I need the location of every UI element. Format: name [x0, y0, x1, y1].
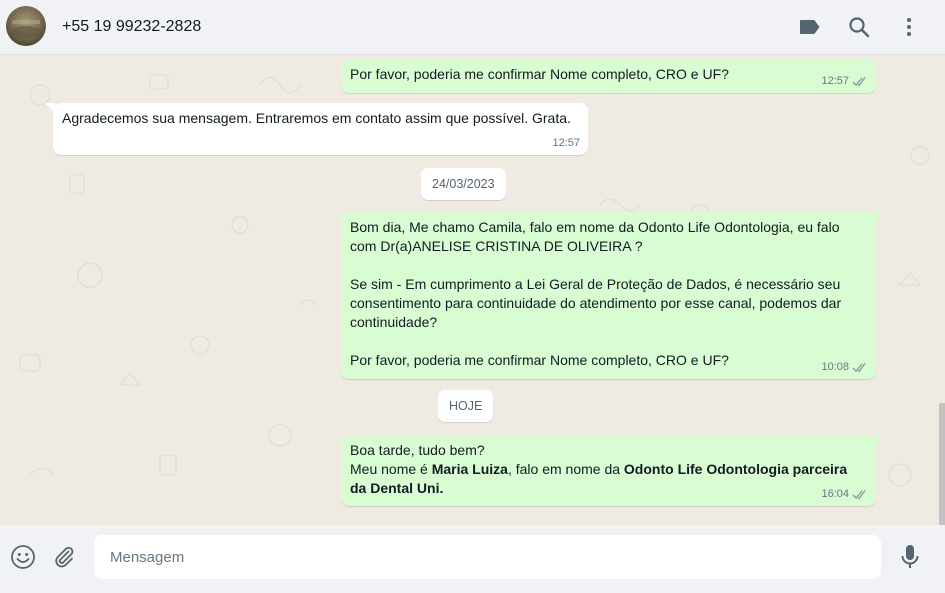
bubble-tail [45, 103, 55, 113]
message-text: Meu nome é Maria Luiza, falo em nome da … [350, 460, 865, 498]
mic-icon[interactable] [895, 542, 925, 572]
bubble-tail [874, 435, 884, 445]
contact-name[interactable]: +55 19 99232-2828 [62, 18, 201, 36]
label-icon[interactable] [796, 13, 824, 41]
message-meta: 16:04 [821, 487, 868, 502]
scrollbar[interactable] [939, 403, 945, 525]
message-input[interactable] [94, 535, 881, 579]
message-outgoing[interactable]: Por favor, poderia me confirmar Nome com… [341, 59, 876, 93]
message-meta: 12:57 [821, 74, 868, 89]
message-outgoing[interactable]: Bom dia, Me chamo Camila, falo em nome d… [341, 212, 884, 379]
message-meta: 12:57 [552, 136, 580, 151]
search-icon[interactable] [845, 13, 873, 41]
chat-header: +55 19 99232-2828 [0, 0, 945, 55]
message-text: Boa tarde, tudo bem? [350, 442, 485, 458]
menu-icon[interactable] [895, 13, 923, 41]
date-separator: HOJE [438, 390, 494, 422]
double-check-icon [852, 490, 866, 500]
message-text: Por favor, poderia me confirmar Nome com… [350, 66, 729, 82]
text-span: Meu nome é [350, 461, 432, 477]
message-paragraph: Se sim - Em cumprimento a Lei Geral de P… [350, 276, 842, 330]
message-incoming[interactable]: Agradecemos sua mensagem. Entraremos em … [45, 103, 588, 155]
bold-text: Maria Luiza [431, 461, 508, 477]
message-outgoing[interactable]: Boa tarde, tudo bem? Meu nome é Maria Lu… [341, 435, 884, 506]
contact-avatar[interactable] [6, 6, 46, 46]
message-paragraph: Por favor, poderia me confirmar Nome com… [350, 352, 729, 368]
message-meta: 10:08 [821, 360, 868, 375]
attach-icon[interactable] [49, 542, 79, 572]
chat-area[interactable]: Por favor, poderia me confirmar Nome com… [0, 55, 945, 525]
message-paragraph: Bom dia, Me chamo Camila, falo em nome d… [350, 219, 840, 254]
message-time: 12:57 [821, 75, 849, 87]
double-check-icon [852, 77, 866, 87]
message-time: 16:04 [821, 488, 849, 500]
message-time: 12:57 [552, 137, 580, 149]
bubble-tail [874, 212, 884, 222]
message-time: 10:08 [821, 361, 849, 373]
date-separator: 24/03/2023 [421, 168, 506, 200]
message-text: Agradecemos sua mensagem. Entraremos em … [62, 110, 571, 126]
text-span: , falo em nome da [507, 461, 624, 477]
double-check-icon [852, 363, 866, 373]
emoji-icon[interactable] [8, 542, 38, 572]
composer [0, 525, 945, 593]
